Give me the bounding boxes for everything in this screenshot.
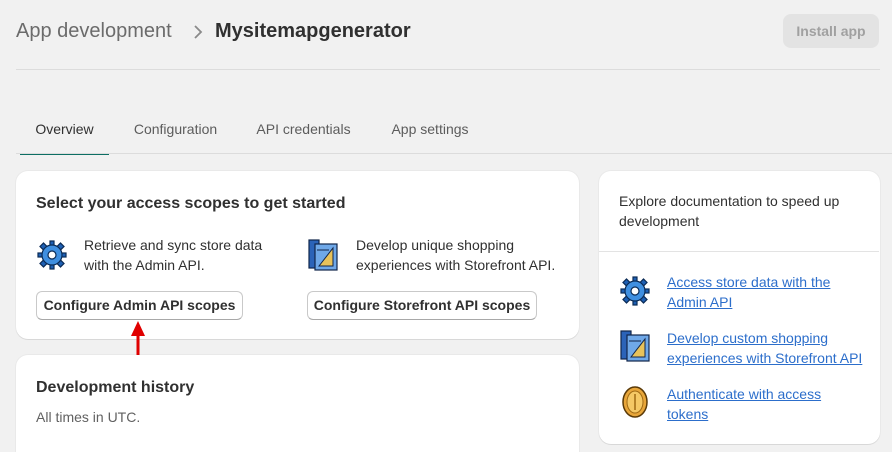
access-scopes-card: Select your access scopes to get started…	[16, 171, 579, 339]
doc-link-access-tokens[interactable]: Authenticate with access tokens	[667, 384, 821, 424]
documentation-heading: Explore documentation to speed up develo…	[619, 193, 840, 229]
blueprint-icon	[620, 330, 650, 362]
access-scopes-title: Select your access scopes to get started	[36, 195, 346, 212]
install-app-button[interactable]: Install app	[783, 14, 879, 48]
gear-icon	[620, 276, 650, 306]
tab-configuration[interactable]: Configuration	[123, 110, 228, 154]
tab-overview[interactable]: Overview	[20, 110, 109, 154]
tab-app-settings[interactable]: App settings	[378, 110, 482, 154]
documentation-card: Explore documentation to speed up develo…	[599, 171, 880, 444]
tabs-divider	[16, 153, 892, 154]
coin-icon	[622, 386, 648, 418]
documentation-divider	[599, 251, 879, 252]
doc-link-storefront-api[interactable]: Develop custom shopping experiences with…	[667, 328, 862, 368]
development-history-title: Development history	[36, 379, 195, 396]
tab-api-credentials[interactable]: API credentials	[248, 110, 359, 154]
configure-storefront-api-scopes-button[interactable]: Configure Storefront API scopes	[307, 291, 537, 320]
page-title: Mysitemapgenerator	[215, 20, 411, 42]
chevron-right-icon	[194, 25, 203, 39]
storefront-api-description: Develop unique shopping experiences with…	[356, 237, 556, 273]
admin-api-description: Retrieve and sync store data with the Ad…	[84, 237, 263, 273]
gear-icon	[37, 240, 67, 270]
development-history-subtitle: All times in UTC.	[36, 409, 141, 425]
breadcrumb-app-development[interactable]: App development	[16, 20, 172, 43]
page-header: App development Mysitemapgenerator Insta…	[0, 0, 892, 70]
header-divider	[16, 69, 880, 70]
doc-link-admin-api[interactable]: Access store data with the Admin API	[667, 272, 830, 312]
blueprint-icon	[308, 239, 338, 271]
configure-admin-api-scopes-button[interactable]: Configure Admin API scopes	[36, 291, 243, 320]
tab-bar: Overview Configuration API credentials A…	[16, 110, 892, 156]
development-history-card: Development history All times in UTC.	[16, 355, 579, 452]
